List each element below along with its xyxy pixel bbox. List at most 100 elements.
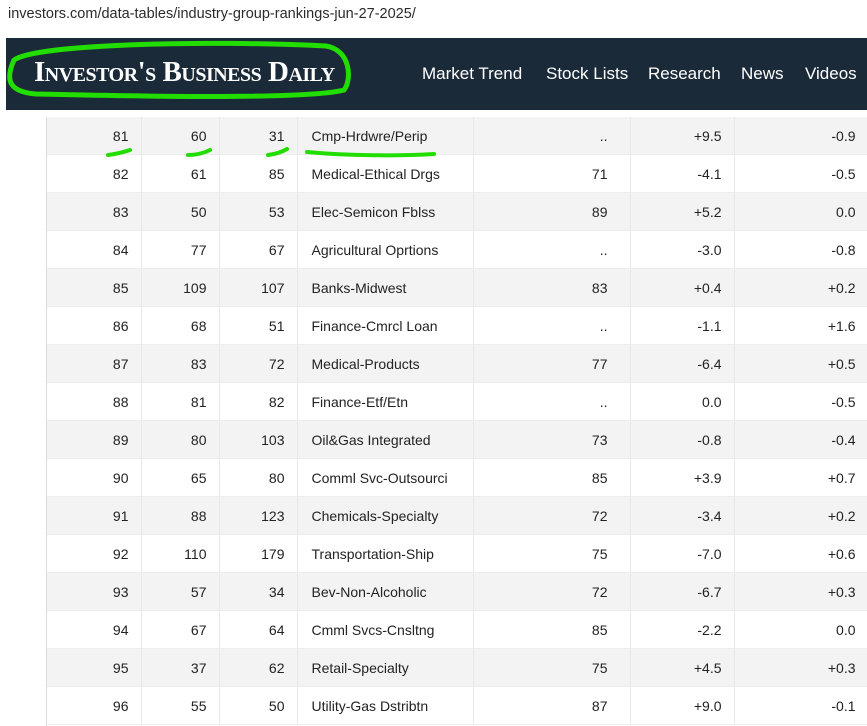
table-row: 92 110 179 Transportation-Ship 75 -7.0 +0.6 [47, 534, 867, 573]
industry-name-cell[interactable]: Cmml Svcs-Cnsltng [297, 610, 474, 649]
prev-week-rank-cell: 81 [141, 382, 220, 421]
prev-week-rank-cell: 65 [141, 458, 220, 497]
ytd-change-cell: +9.5 [630, 117, 735, 155]
industry-name-cell[interactable]: Cmp-Hrdwre/Perip [297, 117, 474, 155]
ytd-change-cell: -6.4 [630, 344, 735, 383]
industry-name-cell[interactable]: Agricultural Oprtions [297, 230, 474, 269]
industry-name-cell[interactable]: Banks-Midwest [297, 268, 474, 307]
table-row: 81 60 31 Cmp-Hrdwre/Perip.. +9.5 -0.9 [47, 117, 867, 155]
three-weeks-ago-cell: 80 [219, 458, 298, 497]
table-row: 89 80 103 Oil&Gas Integrated 73 -0.8 -0.4 [47, 420, 867, 459]
three-weeks-ago-cell: 51 [219, 306, 298, 345]
composite-rating-cell: 77 [473, 344, 631, 383]
table-row: 94 67 64 Cmml Svcs-Cnsltng 85 -2.2 0.0 [47, 610, 867, 649]
prev-week-rank-cell: 77 [141, 230, 220, 269]
daily-change-cell: +0.3 [734, 648, 867, 687]
composite-rating-cell: .. [473, 382, 631, 421]
ytd-change-cell: -7.0 [630, 534, 735, 573]
table-row: 86 68 51 Finance-Cmrcl Loan.. -1.1 +1.6 [47, 306, 867, 345]
table-row: 85 109 107 Banks-Midwest 83 +0.4 +0.2 [47, 268, 867, 307]
industry-name-cell[interactable]: Medical-Ethical Drgs [297, 154, 474, 193]
rank-cell: 84 [47, 230, 142, 269]
ytd-change-cell: +5.2 [630, 192, 735, 231]
table-row: 88 81 82 Finance-Etf/Etn.. 0.0 -0.5 [47, 382, 867, 421]
composite-rating-cell: 85 [473, 458, 631, 497]
prev-week-rank-cell: 80 [141, 420, 220, 459]
three-weeks-ago-cell: 62 [219, 648, 298, 687]
table-row: 82 61 85 Medical-Ethical Drgs 71 -4.1 -0.5 [47, 154, 867, 193]
url-text[interactable]: investors.com/data-tables/industry-group… [8, 6, 416, 22]
ytd-change-cell: -6.7 [630, 572, 735, 611]
daily-change-cell: +0.3 [734, 572, 867, 611]
nav-stock-lists[interactable]: Stock Lists [546, 64, 628, 84]
three-weeks-ago-cell: 50 [219, 686, 298, 725]
ytd-change-cell: -1.1 [630, 306, 735, 345]
three-weeks-ago-cell: 34 [219, 572, 298, 611]
industry-name-cell[interactable]: Finance-Etf/Etn [297, 382, 474, 421]
prev-week-rank-cell: 37 [141, 648, 220, 687]
ytd-change-cell: +9.0 [630, 686, 735, 725]
industry-group-table: 81 60 31 Cmp-Hrdwre/Perip.. +9.5 -0.9 82 61 85 Me… [46, 117, 867, 726]
nav-videos[interactable]: Videos [805, 64, 857, 84]
rank-cell: 89 [47, 420, 142, 459]
rank-cell: 88 [47, 382, 142, 421]
prev-week-rank-cell: 61 [141, 154, 220, 193]
composite-rating-cell: 87 [473, 686, 631, 725]
nav-market-trend[interactable]: Market Trend [422, 64, 522, 84]
rank-cell: 93 [47, 572, 142, 611]
rankings-table: 81 60 31 Cmp-Hrdwre/Perip.. +9.5 -0.9 82 61 85 Me… [47, 117, 867, 725]
rank-cell: 95 [47, 648, 142, 687]
composite-rating-cell: 85 [473, 610, 631, 649]
industry-name-cell[interactable]: Finance-Cmrcl Loan [297, 306, 474, 345]
composite-rating-cell: 73 [473, 420, 631, 459]
composite-rating-cell: .. [473, 306, 631, 345]
daily-change-cell: +0.2 [734, 268, 867, 307]
daily-change-cell: -0.9 [734, 117, 867, 155]
daily-change-cell: +0.7 [734, 458, 867, 497]
ytd-change-cell: -3.4 [630, 496, 735, 535]
daily-change-cell: +0.5 [734, 344, 867, 383]
table-row: 95 37 62 Retail-Specialty 75 +4.5 +0.3 [47, 648, 867, 687]
industry-name-cell[interactable]: Comml Svc-Outsourci [297, 458, 474, 497]
three-weeks-ago-cell: 53 [219, 192, 298, 231]
three-weeks-ago-cell: 31 [219, 117, 298, 155]
rank-cell: 85 [47, 268, 142, 307]
daily-change-cell: -0.8 [734, 230, 867, 269]
industry-name-cell[interactable]: Retail-Specialty [297, 648, 474, 687]
nav-news[interactable]: News [741, 64, 784, 84]
industry-name-cell[interactable]: Elec-Semicon Fblss [297, 192, 474, 231]
rank-cell: 82 [47, 154, 142, 193]
composite-rating-cell: 72 [473, 572, 631, 611]
ytd-change-cell: +4.5 [630, 648, 735, 687]
prev-week-rank-cell: 109 [141, 268, 220, 307]
industry-name-cell[interactable]: Transportation-Ship [297, 534, 474, 573]
rank-cell: 87 [47, 344, 142, 383]
table-row: 90 65 80 Comml Svc-Outsourci 85 +3.9 +0.7 [47, 458, 867, 497]
daily-change-cell: +0.2 [734, 496, 867, 535]
table-row: 96 55 50 Utility-Gas Dstribtn 87 +9.0 -0.1 [47, 686, 867, 725]
rank-cell: 86 [47, 306, 142, 345]
ytd-change-cell: +0.4 [630, 268, 735, 307]
nav-research[interactable]: Research [648, 64, 721, 84]
prev-week-rank-cell: 50 [141, 192, 220, 231]
industry-name-cell[interactable]: Oil&Gas Integrated [297, 420, 474, 459]
three-weeks-ago-cell: 179 [219, 534, 298, 573]
daily-change-cell: -0.4 [734, 420, 867, 459]
ytd-change-cell: -4.1 [630, 154, 735, 193]
daily-change-cell: 0.0 [734, 610, 867, 649]
industry-name-cell[interactable]: Medical-Products [297, 344, 474, 383]
ytd-change-cell: -3.0 [630, 230, 735, 269]
three-weeks-ago-cell: 64 [219, 610, 298, 649]
table-row: 83 50 53 Elec-Semicon Fblss 89 +5.2 0.0 [47, 192, 867, 231]
composite-rating-cell: 83 [473, 268, 631, 307]
browser-address-bar[interactable]: investors.com/data-tables/industry-group… [0, 0, 867, 36]
industry-name-cell[interactable]: Utility-Gas Dstribtn [297, 686, 474, 725]
ytd-change-cell: 0.0 [630, 382, 735, 421]
prev-week-rank-cell: 83 [141, 344, 220, 383]
prev-week-rank-cell: 110 [141, 534, 220, 573]
industry-name-cell[interactable]: Chemicals-Specialty [297, 496, 474, 535]
prev-week-rank-cell: 55 [141, 686, 220, 725]
prev-week-rank-cell: 67 [141, 610, 220, 649]
site-logo[interactable]: Investor's Business Daily [34, 56, 335, 89]
industry-name-cell[interactable]: Bev-Non-Alcoholic [297, 572, 474, 611]
